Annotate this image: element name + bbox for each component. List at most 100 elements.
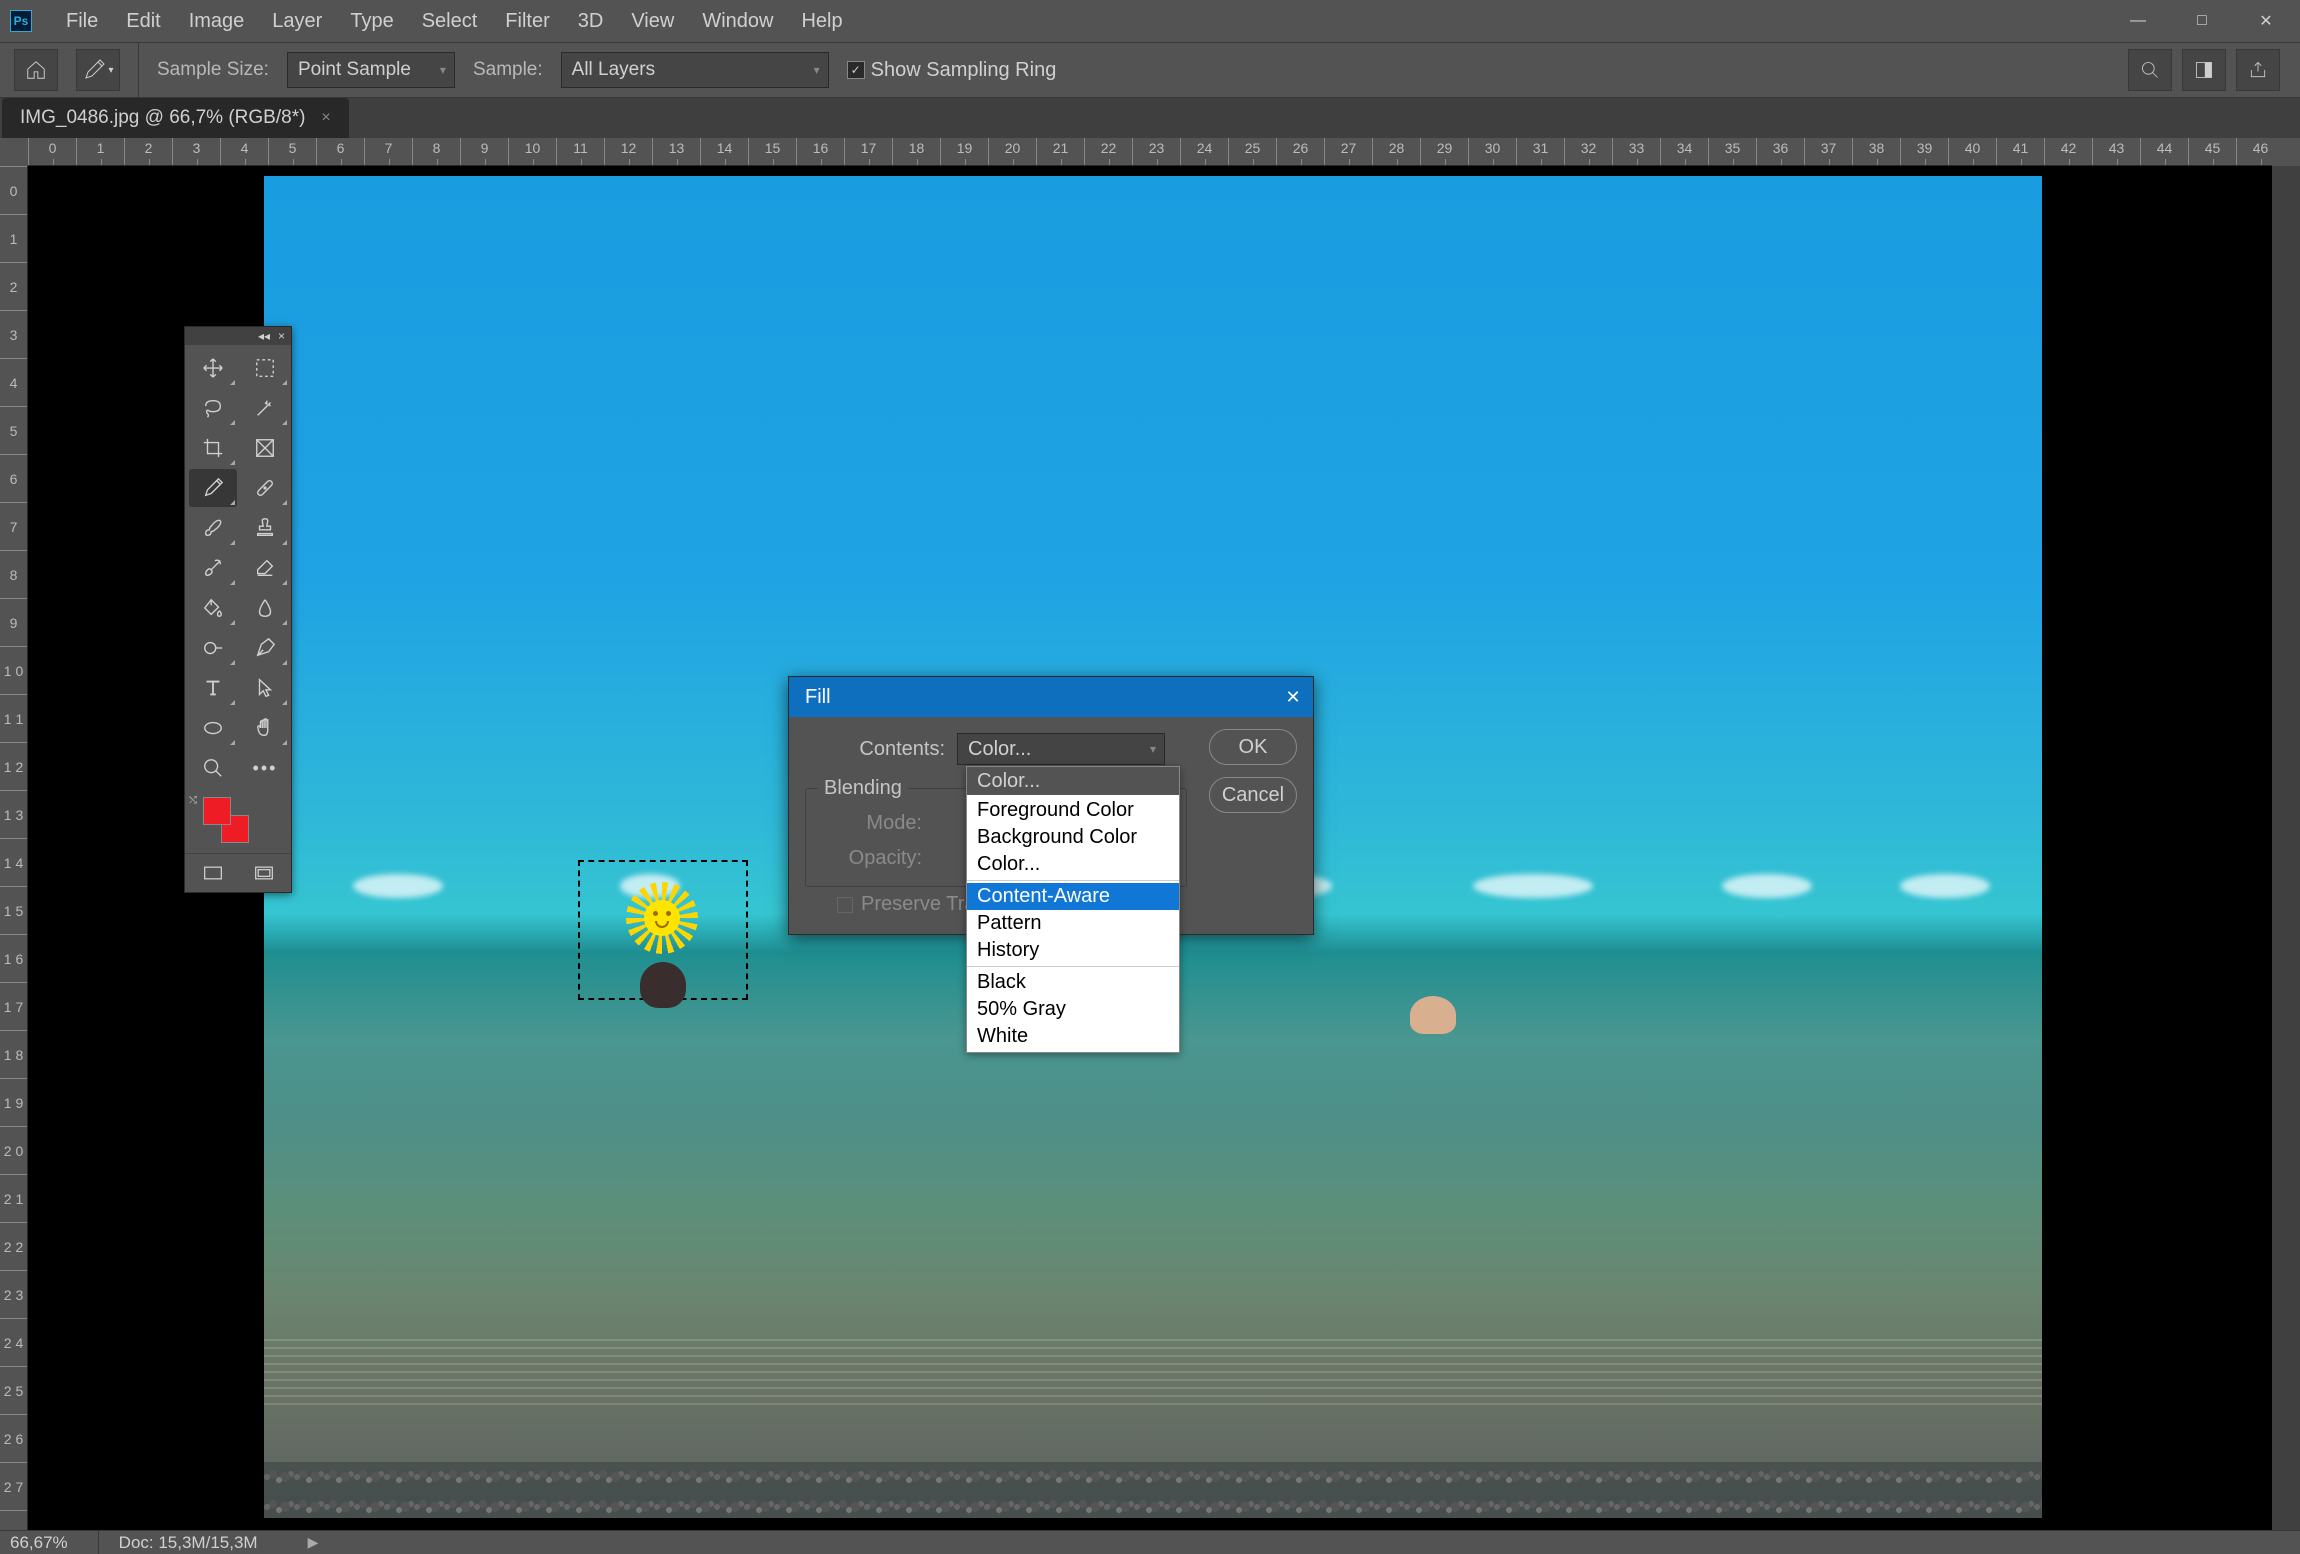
sample-layers-select[interactable]: All Layers bbox=[561, 52, 829, 88]
status-doc-size[interactable]: Doc: 15,3M/15,3M bbox=[98, 1531, 278, 1554]
crop-tool[interactable] bbox=[189, 429, 237, 467]
dropdown-item-background[interactable]: Background Color bbox=[967, 824, 1179, 851]
lasso-icon bbox=[202, 397, 224, 419]
document-tab[interactable]: IMG_0486.jpg @ 66,7% (RGB/8*) × bbox=[2, 98, 349, 138]
crop-icon bbox=[202, 437, 224, 459]
history-brush-tool[interactable] bbox=[189, 549, 237, 587]
menu-3d[interactable]: 3D bbox=[564, 0, 618, 42]
opacity-label: Opacity: bbox=[818, 847, 922, 870]
type-tool[interactable] bbox=[189, 669, 237, 707]
fill-cancel-button[interactable]: Cancel bbox=[1209, 777, 1297, 813]
share-button[interactable] bbox=[2236, 49, 2280, 91]
mode-label: Mode: bbox=[818, 812, 922, 835]
show-sampling-ring-check[interactable]: ✓ Show Sampling Ring bbox=[847, 59, 1057, 82]
stamp-icon bbox=[254, 517, 276, 539]
gradient-tool[interactable] bbox=[189, 589, 237, 627]
blur-tool[interactable] bbox=[241, 589, 289, 627]
eraser-tool[interactable] bbox=[241, 549, 289, 587]
menu-filter[interactable]: Filter bbox=[491, 0, 563, 42]
tools-collapse-icon[interactable]: ◂◂ bbox=[258, 329, 270, 343]
share-icon bbox=[2248, 60, 2268, 80]
ruler-vertical[interactable]: 01234567891 01 11 21 31 41 51 61 71 81 9… bbox=[0, 166, 28, 1530]
marquee-tool[interactable] bbox=[241, 349, 289, 387]
contents-select[interactable]: Color... bbox=[957, 733, 1165, 765]
dropdown-item-white[interactable]: White bbox=[967, 1023, 1179, 1050]
fill-ok-button[interactable]: OK bbox=[1209, 729, 1297, 765]
tool-preset-button[interactable]: ▾ bbox=[76, 49, 120, 91]
contents-label: Contents: bbox=[805, 738, 945, 761]
pen-tool[interactable] bbox=[241, 629, 289, 667]
dropdown-item-history[interactable]: History bbox=[967, 937, 1179, 964]
dropdown-item-gray[interactable]: 50% Gray bbox=[967, 996, 1179, 1023]
fill-dialog-title: Fill bbox=[805, 686, 831, 709]
shape-tool[interactable] bbox=[189, 709, 237, 747]
menu-bar: File Edit Image Layer Type Select Filter… bbox=[52, 0, 857, 42]
dropdown-item-foreground[interactable]: Foreground Color bbox=[967, 797, 1179, 824]
hand-tool[interactable] bbox=[241, 709, 289, 747]
menu-image[interactable]: Image bbox=[175, 0, 259, 42]
dropdown-item-color[interactable]: Color... bbox=[967, 851, 1179, 878]
heal-tool[interactable] bbox=[241, 469, 289, 507]
workspace-button[interactable] bbox=[2182, 49, 2226, 91]
app-icon: Ps bbox=[10, 10, 32, 32]
zoom-tool[interactable] bbox=[189, 749, 237, 787]
menu-window[interactable]: Window bbox=[688, 0, 787, 42]
bucket-icon bbox=[202, 597, 224, 619]
window-close-button[interactable]: ✕ bbox=[2236, 7, 2296, 35]
window-minimize-button[interactable]: — bbox=[2108, 7, 2168, 35]
path-select-tool[interactable] bbox=[241, 669, 289, 707]
move-tool[interactable] bbox=[189, 349, 237, 387]
menu-edit[interactable]: Edit bbox=[112, 0, 174, 42]
dropdown-current[interactable]: Color... bbox=[967, 767, 1179, 795]
hand-icon bbox=[254, 717, 276, 739]
swap-colors-icon[interactable]: ⤭ bbox=[189, 795, 197, 806]
lasso-tool[interactable] bbox=[189, 389, 237, 427]
quick-select-tool[interactable] bbox=[241, 389, 289, 427]
contents-dropdown[interactable]: Color... Foreground Color Background Col… bbox=[966, 766, 1180, 1053]
show-sampling-ring-label: Show Sampling Ring bbox=[871, 59, 1057, 82]
dodge-tool[interactable] bbox=[189, 629, 237, 667]
marquee-selection[interactable] bbox=[578, 860, 748, 1000]
frame-tool[interactable] bbox=[241, 429, 289, 467]
options-bar: ▾ Sample Size: Point Sample Sample: All … bbox=[0, 42, 2300, 98]
edit-toolbar-button[interactable]: ••• bbox=[241, 749, 289, 787]
dropdown-item-black[interactable]: Black bbox=[967, 969, 1179, 996]
dropdown-item-content-aware[interactable]: Content-Aware bbox=[967, 883, 1179, 910]
image-person-head bbox=[640, 962, 686, 1008]
menu-layer[interactable]: Layer bbox=[258, 0, 336, 42]
menu-file[interactable]: File bbox=[52, 0, 112, 42]
vertical-scrollbar[interactable] bbox=[2272, 166, 2300, 1530]
window-controls: — □ ✕ bbox=[2108, 7, 2300, 35]
menu-help[interactable]: Help bbox=[787, 0, 856, 42]
pen-icon bbox=[254, 637, 276, 659]
drop-icon bbox=[254, 597, 276, 619]
ruler-horizontal[interactable]: 0123456789101112131415161718192021222324… bbox=[28, 138, 2272, 166]
tools-panel-header[interactable]: ◂◂ × bbox=[185, 327, 291, 345]
workspace-icon bbox=[2194, 60, 2214, 80]
screen-mode-standard[interactable] bbox=[189, 858, 236, 888]
eyedropper-tool[interactable] bbox=[189, 469, 237, 507]
fill-dialog-close-button[interactable]: ✕ bbox=[1273, 687, 1313, 708]
move-icon bbox=[202, 357, 224, 379]
menu-view[interactable]: View bbox=[617, 0, 688, 42]
window-maximize-button[interactable]: □ bbox=[2172, 7, 2232, 35]
search-button[interactable] bbox=[2128, 49, 2172, 91]
document-tab-close[interactable]: × bbox=[321, 109, 330, 127]
foreground-color-swatch[interactable] bbox=[203, 797, 231, 825]
home-button[interactable] bbox=[14, 49, 58, 91]
tools-close-icon[interactable]: × bbox=[278, 329, 285, 343]
menu-select[interactable]: Select bbox=[408, 0, 492, 42]
tools-panel[interactable]: ◂◂ × ••• ⤭ bbox=[184, 326, 292, 893]
stamp-tool[interactable] bbox=[241, 509, 289, 547]
title-bar: Ps File Edit Image Layer Type Select Fil… bbox=[0, 0, 2300, 42]
document-tab-bar: IMG_0486.jpg @ 66,7% (RGB/8*) × bbox=[0, 98, 2300, 138]
color-swatches[interactable]: ⤭ bbox=[185, 791, 291, 853]
brush-tool[interactable] bbox=[189, 509, 237, 547]
status-zoom[interactable]: 66,67% bbox=[10, 1533, 68, 1553]
fill-dialog-titlebar[interactable]: Fill ✕ bbox=[789, 677, 1313, 717]
screen-mode-full[interactable] bbox=[240, 858, 287, 888]
sample-size-select[interactable]: Point Sample bbox=[287, 52, 455, 88]
menu-type[interactable]: Type bbox=[336, 0, 407, 42]
status-flyout-icon[interactable]: ▶ bbox=[308, 1534, 319, 1551]
dropdown-item-pattern[interactable]: Pattern bbox=[967, 910, 1179, 937]
